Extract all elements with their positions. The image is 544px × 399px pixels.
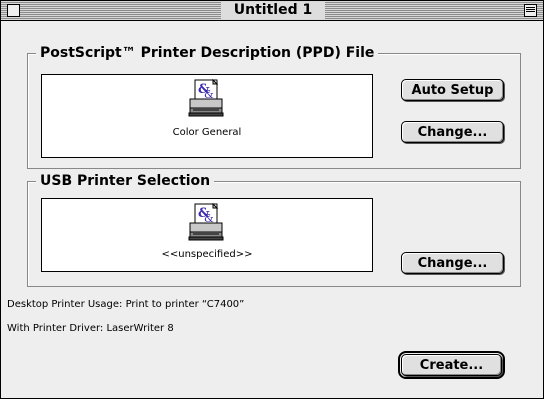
desktop-printer-usage-text: Desktop Printer Usage: Print to printer …: [7, 299, 245, 310]
usb-preview-box: & & <<unspecified>>: [41, 198, 373, 272]
ppd-change-button[interactable]: Change...: [401, 121, 504, 143]
ppd-file-legend: PostScript™ Printer Description (PPD) Fi…: [36, 43, 379, 63]
usb-change-button[interactable]: Change...: [401, 252, 504, 274]
auto-setup-button[interactable]: Auto Setup: [401, 79, 504, 101]
ppd-printer-name: Color General: [172, 127, 242, 138]
usb-printer-legend: USB Printer Selection: [36, 171, 215, 191]
title-bar[interactable]: Untitled 1: [1, 1, 543, 21]
window-title: Untitled 1: [221, 2, 325, 19]
printer-icon: & &: [188, 203, 224, 241]
window-content: PostScript™ Printer Description (PPD) Fi…: [1, 21, 543, 398]
printer-icon: & &: [188, 79, 224, 117]
create-button[interactable]: Create...: [398, 351, 505, 379]
collapse-box-icon[interactable]: [524, 4, 537, 17]
usb-printer-name: <<unspecified>>: [161, 249, 253, 260]
usb-printer-group: USB Printer Selection & & <<unspecified>…: [27, 171, 521, 287]
close-box-icon[interactable]: [7, 4, 20, 17]
ppd-file-group: PostScript™ Printer Description (PPD) Fi…: [27, 43, 521, 169]
desktop-printer-window: Untitled 1 PostScript™ Printer Descripti…: [0, 0, 544, 399]
printer-driver-text: With Printer Driver: LaserWriter 8: [7, 323, 174, 334]
ppd-preview-box: & & Color General: [41, 74, 373, 158]
